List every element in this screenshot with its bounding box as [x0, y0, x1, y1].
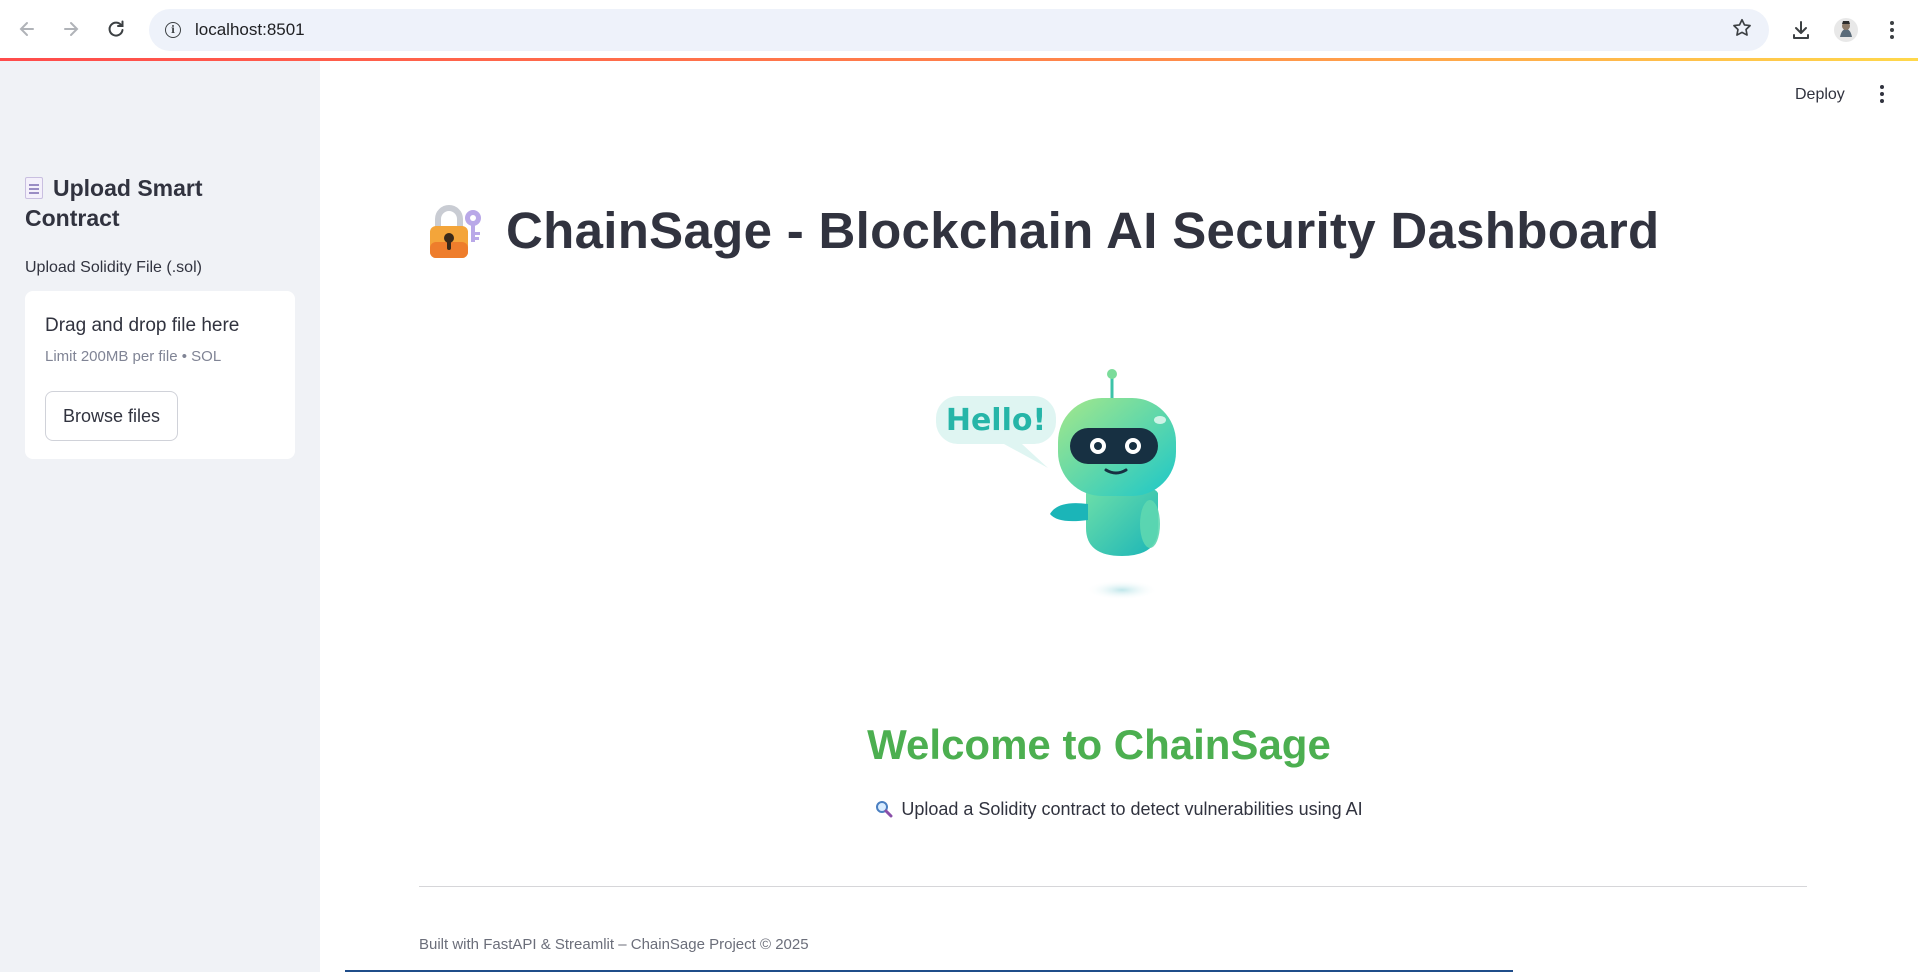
dropzone-limit: Limit 200MB per file • SOL: [45, 348, 222, 365]
browser-toolbar: i localhost:8501: [0, 0, 1918, 60]
reload-icon[interactable]: [101, 14, 131, 44]
speech-bubble-text: Hello!: [946, 403, 1046, 438]
welcome-subtitle: Upload a Solidity contract to detect vul…: [320, 799, 1918, 820]
page-title-text: ChainSage - Blockchain AI Security Dashb…: [506, 202, 1660, 259]
bookmark-star-icon[interactable]: [1731, 17, 1753, 44]
main-content: Deploy ChainSage - Blockchain AI Securit…: [320, 61, 1918, 972]
robot-mascot-image: Hello!: [928, 366, 1198, 616]
sidebar-heading-text: Upload Smart Contract: [25, 175, 203, 231]
browser-menu-icon[interactable]: [1878, 14, 1906, 46]
welcome-heading: Welcome to ChainSage: [867, 721, 1331, 768]
sidebar-heading: Upload Smart Contract: [25, 173, 285, 233]
profile-avatar[interactable]: [1830, 14, 1862, 46]
footer-text: Built with FastAPI & Streamlit – ChainSa…: [419, 936, 809, 953]
file-dropzone[interactable]: Drag and drop file here Limit 200MB per …: [25, 291, 295, 459]
forward-arrow-icon[interactable]: [56, 14, 86, 44]
uploader-label: Upload Solidity File (.sol): [25, 259, 202, 276]
site-info-icon[interactable]: i: [159, 16, 187, 44]
deploy-button[interactable]: Deploy: [1795, 86, 1845, 104]
subtitle-text: Upload a Solidity contract to detect vul…: [901, 799, 1363, 819]
page-title: ChainSage - Blockchain AI Security Dashb…: [428, 201, 1659, 260]
locked-with-key-icon: [428, 202, 484, 260]
magnifying-glass-icon: [875, 800, 893, 818]
back-arrow-icon[interactable]: [12, 14, 42, 44]
document-icon: [25, 177, 43, 199]
footer-divider: [419, 886, 1807, 887]
browse-files-button[interactable]: Browse files: [45, 391, 178, 441]
address-bar[interactable]: i localhost:8501: [149, 9, 1769, 51]
url-text[interactable]: localhost:8501: [195, 20, 305, 40]
main-menu-icon[interactable]: [1872, 81, 1892, 107]
download-icon[interactable]: [1786, 14, 1816, 46]
dropzone-title: Drag and drop file here: [45, 315, 240, 336]
sidebar: Upload Smart Contract Upload Solidity Fi…: [0, 61, 320, 972]
